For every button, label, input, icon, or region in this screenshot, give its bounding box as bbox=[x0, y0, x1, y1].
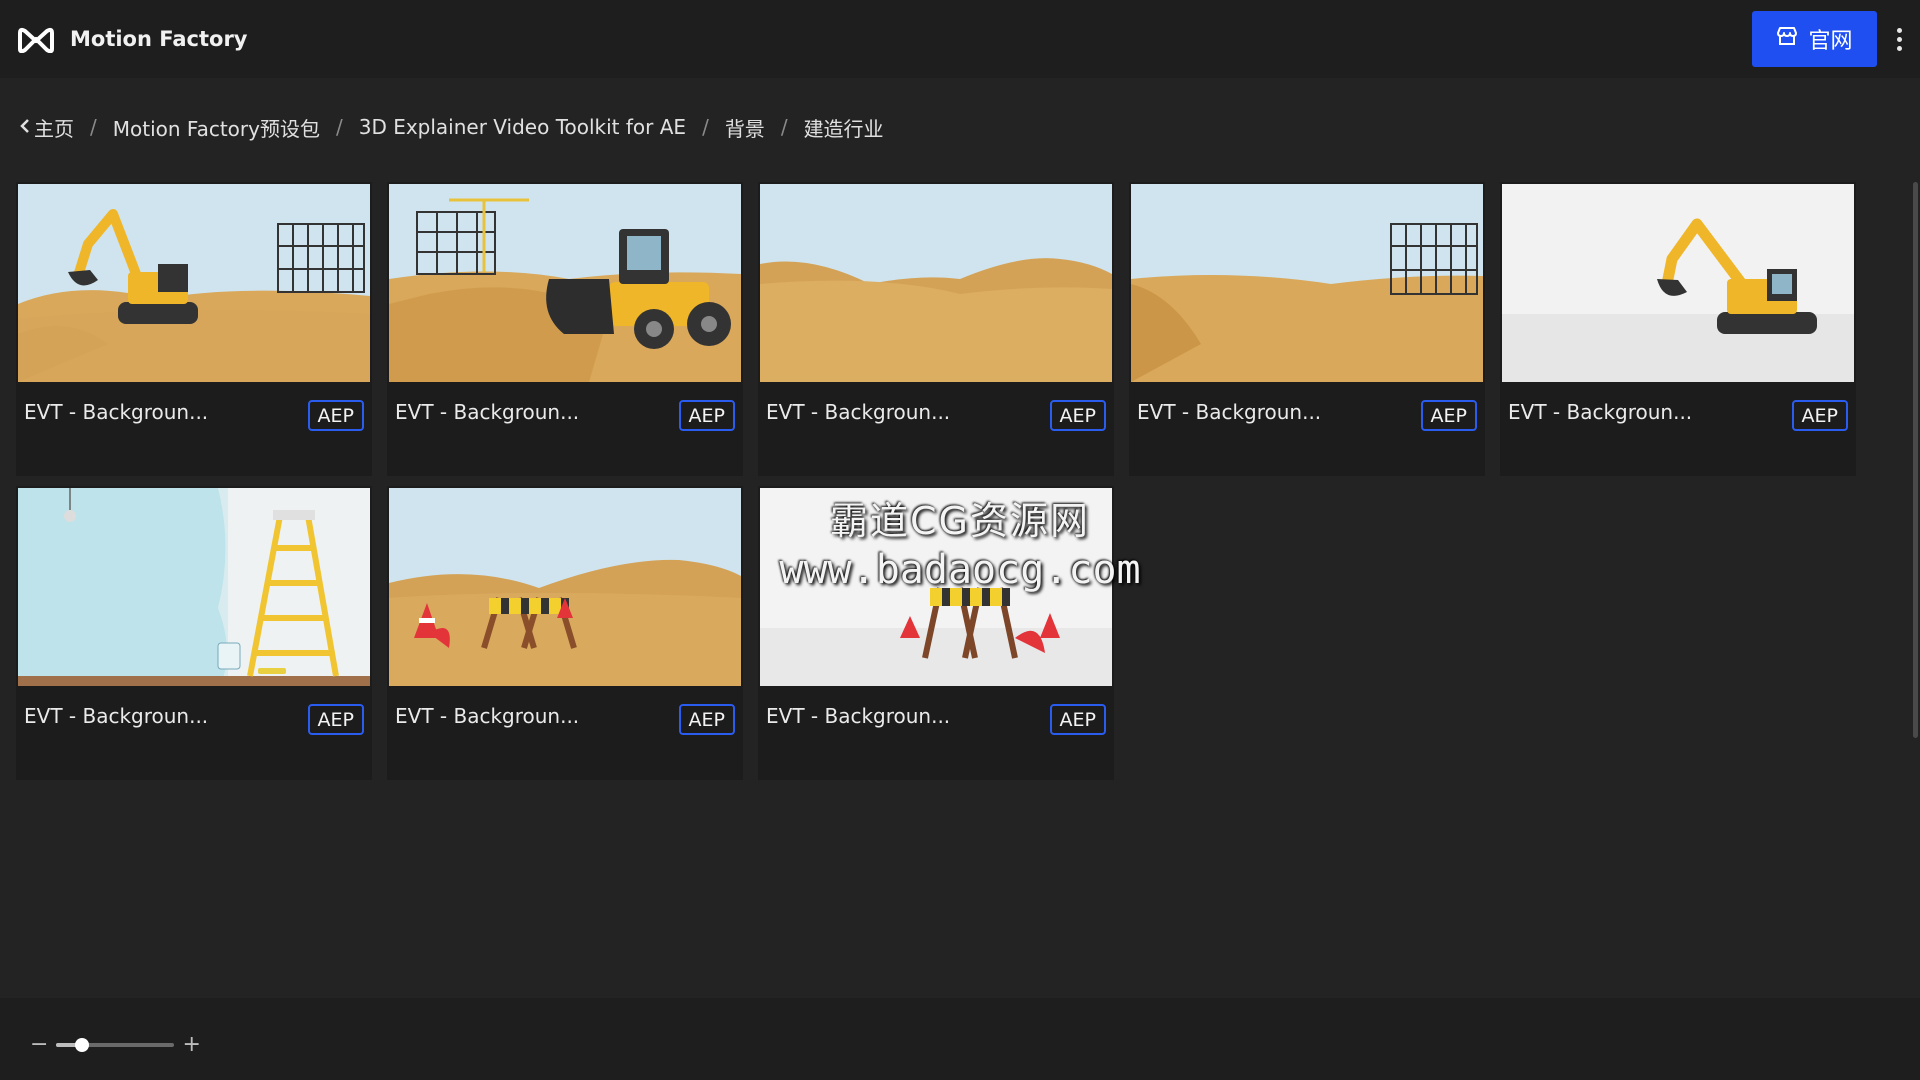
asset-thumbnail bbox=[1502, 184, 1854, 382]
asset-card[interactable]: EVT - Backgroun... AEP bbox=[387, 182, 743, 476]
zoom-track[interactable] bbox=[56, 1038, 175, 1052]
bottom-bar bbox=[0, 998, 1920, 1080]
brand[interactable]: Motion Factory bbox=[16, 23, 248, 55]
format-badge: AEP bbox=[1791, 400, 1848, 431]
format-badge: AEP bbox=[1420, 400, 1477, 431]
asset-thumbnail bbox=[389, 488, 741, 686]
asset-title: EVT - Backgroun... bbox=[766, 400, 951, 424]
asset-thumbnail bbox=[18, 184, 370, 382]
top-bar: Motion Factory 官网 bbox=[0, 0, 1920, 78]
asset-title: EVT - Backgroun... bbox=[1508, 400, 1693, 424]
vertical-scrollbar[interactable] bbox=[1913, 182, 1918, 738]
asset-title: EVT - Backgroun... bbox=[395, 704, 580, 728]
asset-card[interactable]: EVT - Backgroun... AEP bbox=[758, 486, 1114, 780]
breadcrumb-item-backgrounds[interactable]: 背景 bbox=[725, 113, 765, 142]
asset-thumbnail bbox=[1131, 184, 1483, 382]
asset-title: EVT - Backgroun... bbox=[766, 704, 951, 728]
format-badge: AEP bbox=[1049, 704, 1106, 735]
official-site-label: 官网 bbox=[1808, 29, 1853, 54]
breadcrumb: 主页 / Motion Factory预设包 / 3D Explainer Vi… bbox=[20, 112, 884, 142]
store-icon bbox=[1776, 26, 1798, 52]
asset-thumbnail bbox=[760, 488, 1112, 686]
zoom-in-icon[interactable]: + bbox=[182, 1034, 200, 1056]
asset-grid: EVT - Backgroun... AEP EVT - Backgroun..… bbox=[16, 182, 1856, 780]
format-badge: AEP bbox=[1049, 400, 1106, 431]
format-badge: AEP bbox=[678, 704, 735, 735]
brand-name: Motion Factory bbox=[70, 27, 248, 51]
asset-thumbnail bbox=[760, 184, 1112, 382]
asset-thumbnail bbox=[389, 184, 741, 382]
breadcrumb-home-label: 主页 bbox=[34, 116, 74, 141]
kebab-dot bbox=[1896, 45, 1902, 51]
breadcrumb-item-pack[interactable]: Motion Factory预设包 bbox=[113, 113, 320, 142]
format-badge: AEP bbox=[307, 704, 364, 735]
chevron-left-icon bbox=[20, 115, 30, 139]
asset-card[interactable]: EVT - Backgroun... AEP bbox=[387, 486, 743, 780]
breadcrumb-separator: / bbox=[702, 115, 709, 139]
more-menu-button[interactable] bbox=[1888, 22, 1910, 56]
breadcrumb-separator: / bbox=[90, 115, 97, 139]
asset-card[interactable]: EVT - Backgroun... AEP bbox=[1500, 182, 1856, 476]
breadcrumb-separator: / bbox=[780, 115, 788, 139]
breadcrumb-item-construction[interactable]: 建造行业 bbox=[804, 113, 884, 142]
asset-title: EVT - Backgroun... bbox=[24, 704, 209, 728]
asset-card[interactable]: EVT - Backgroun... AEP bbox=[758, 182, 1114, 476]
asset-title: EVT - Backgroun... bbox=[1137, 400, 1322, 424]
official-site-button[interactable]: 官网 bbox=[1752, 11, 1877, 67]
breadcrumb-item-toolkit[interactable]: 3D Explainer Video Toolkit for AE bbox=[359, 115, 686, 139]
asset-card[interactable]: EVT - Backgroun... AEP bbox=[1129, 182, 1485, 476]
zoom-handle[interactable] bbox=[75, 1038, 90, 1052]
asset-card[interactable]: EVT - Backgroun... AEP bbox=[16, 182, 372, 476]
thumbnail-size-slider: − + bbox=[30, 1034, 201, 1056]
kebab-menu-icon bbox=[1896, 27, 1902, 33]
breadcrumb-home[interactable]: 主页 bbox=[20, 113, 74, 142]
breadcrumb-separator: / bbox=[335, 115, 343, 139]
format-badge: AEP bbox=[678, 400, 735, 431]
asset-card[interactable]: EVT - Backgroun... AEP bbox=[16, 486, 372, 780]
zoom-out-icon[interactable]: − bbox=[30, 1034, 48, 1056]
asset-thumbnail bbox=[18, 488, 370, 686]
motion-factory-logo-icon bbox=[16, 23, 58, 55]
format-badge: AEP bbox=[307, 400, 364, 431]
asset-title: EVT - Backgroun... bbox=[395, 400, 580, 424]
kebab-dot bbox=[1896, 36, 1902, 42]
asset-title: EVT - Backgroun... bbox=[24, 400, 209, 424]
